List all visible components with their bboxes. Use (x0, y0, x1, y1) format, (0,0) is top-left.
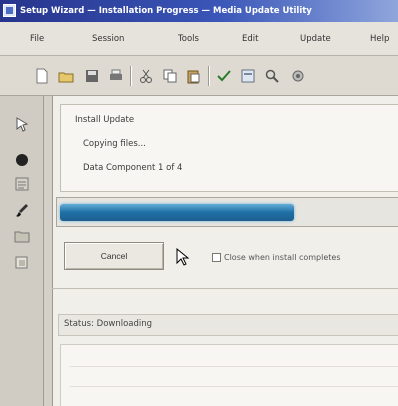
print-icon[interactable] (108, 68, 124, 84)
list-icon[interactable] (14, 176, 30, 192)
menu-session[interactable]: Session (92, 34, 124, 44)
menu-tools[interactable]: Tools (178, 34, 199, 44)
title-bar: Setup Wizard — Installation Progress — M… (0, 0, 398, 22)
progress-bar-fill (60, 204, 294, 221)
select-icon[interactable] (14, 116, 30, 132)
open-icon[interactable] (58, 68, 74, 84)
cut-icon[interactable] (138, 68, 154, 84)
cancel-button[interactable]: Cancel (64, 242, 164, 270)
divider (70, 386, 398, 387)
new-icon[interactable] (34, 68, 50, 84)
folder-icon[interactable] (14, 228, 30, 244)
brush-icon[interactable] (14, 202, 30, 218)
cursor-icon (176, 248, 190, 266)
menu-help[interactable]: Help (370, 34, 389, 44)
divider (52, 288, 398, 289)
info-detail: Data Component 1 of 4 (83, 163, 183, 173)
log-pane (60, 344, 398, 406)
record-icon[interactable] (14, 152, 30, 168)
info-box: Install Update Copying files... Data Com… (60, 104, 398, 192)
info-status: Copying files... (83, 139, 146, 149)
window-title: Setup Wizard — Installation Progress — M… (20, 6, 312, 16)
toolbar-separator (130, 66, 132, 86)
menu-update[interactable]: Update (300, 34, 331, 44)
paste-icon[interactable] (186, 68, 202, 84)
info-title: Install Update (75, 115, 135, 125)
preview-icon[interactable] (240, 68, 256, 84)
save-icon[interactable] (84, 68, 100, 84)
menu-bar: File Session Tools Edit Update Help (0, 22, 398, 56)
settings-icon[interactable] (290, 68, 306, 84)
menu-edit[interactable]: Edit (242, 34, 258, 44)
zoom-icon[interactable] (264, 68, 280, 84)
layers-icon[interactable] (14, 254, 30, 270)
check-icon[interactable] (216, 68, 232, 84)
status-text: Status: Downloading (64, 319, 153, 329)
left-toolbar (0, 96, 44, 406)
divider (70, 366, 398, 367)
copy-icon[interactable] (162, 68, 178, 84)
close-on-complete-checkbox[interactable] (212, 253, 221, 262)
menu-file[interactable]: File (30, 34, 44, 44)
app-icon (3, 4, 16, 17)
toolbar (0, 56, 398, 96)
toolbar-separator (208, 66, 210, 86)
checkbox-label: Close when install completes (224, 253, 341, 262)
